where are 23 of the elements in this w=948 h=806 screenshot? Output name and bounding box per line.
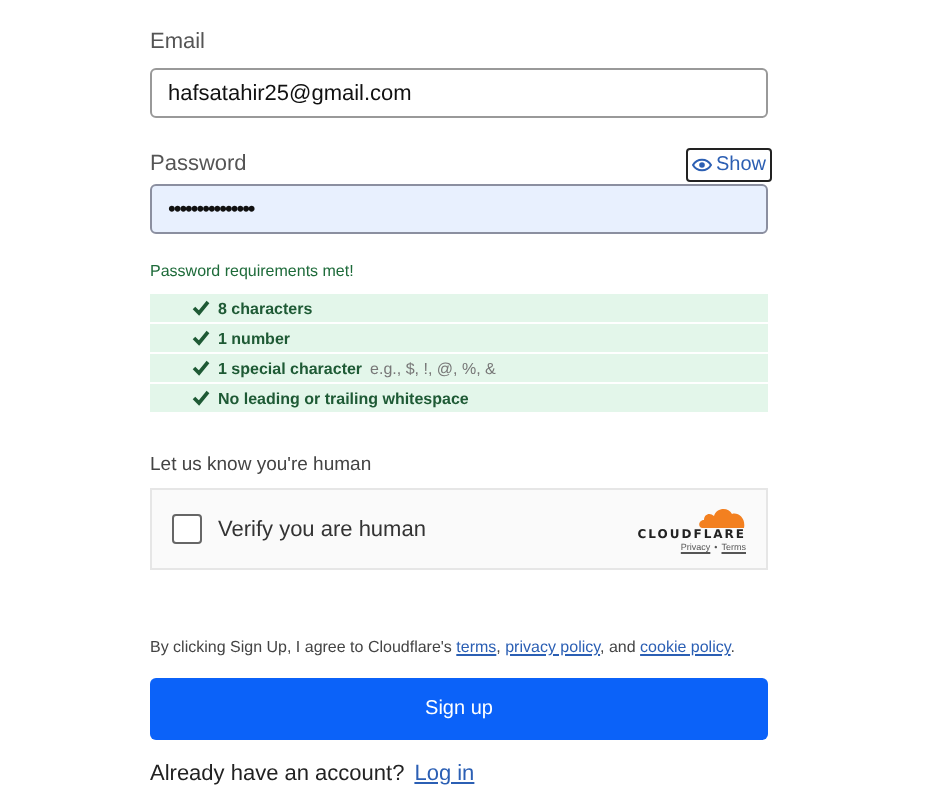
requirement-text: No leading or trailing whitespace [218,389,469,407]
checkbox[interactable] [172,514,202,544]
login-prompt: Already have an account? [150,760,405,788]
requirement-text: 1 special character [218,359,363,377]
password-field[interactable]: ••••••••••••••• [150,184,768,234]
sign-up-button[interactable]: Sign up [150,678,768,740]
policy-link[interactable]: cookie policy [640,638,731,656]
eye-icon [691,157,712,171]
requirement-text: 1 number [218,329,291,347]
email-field[interactable]: hafsatahir25@gmail.com [150,68,768,118]
verify-label: Verify you are human [218,517,428,541]
email-label: Email [150,28,208,56]
password-label: Password [150,150,247,178]
policy-link[interactable]: terms [456,638,497,656]
policy-link[interactable]: privacy policy [505,638,601,656]
requirement-hint: e.g., $, !, @, %, & [370,359,496,377]
show-button[interactable]: Show [685,147,772,181]
requirements-message: Password requirements met! [150,260,356,284]
requirement-text: 8 characters [218,299,313,317]
cloud-logo-icon [698,506,746,528]
login-link[interactable]: Log in [414,760,475,788]
captcha-heading: Let us know you're human [150,452,374,480]
agreement-text: By clicking Sign Up, I agree to Cloudflare's terms, privacy policy, and cookie policy. [150,636,737,660]
